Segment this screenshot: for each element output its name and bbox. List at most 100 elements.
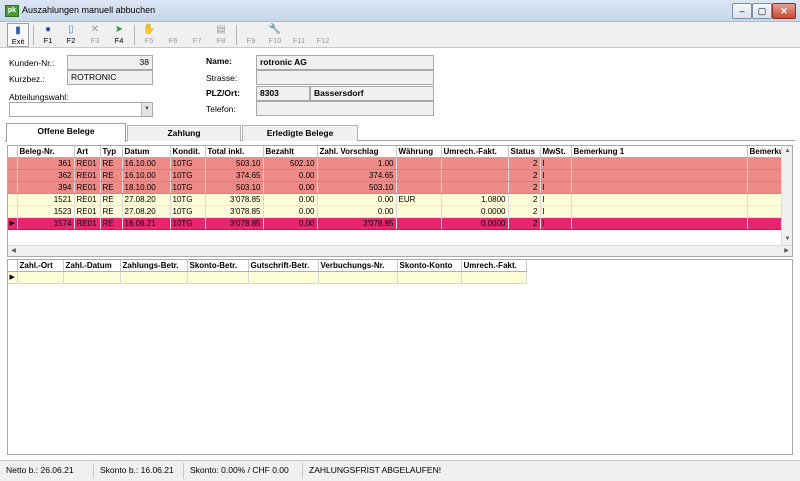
kunden-nr-field[interactable]: 38 xyxy=(67,55,153,70)
column-header[interactable]: Währung xyxy=(396,146,442,158)
table-cell[interactable] xyxy=(441,181,509,194)
table-cell[interactable]: 16.10.00 xyxy=(122,169,171,182)
table-cell[interactable]: 1574 xyxy=(17,217,75,230)
column-header[interactable]: Skonto-Konto xyxy=(397,260,462,272)
column-header[interactable]: Gutschrift-Betr. xyxy=(248,260,319,272)
column-header[interactable]: Kondit. xyxy=(170,146,206,158)
table-cell[interactable]: 503.10 xyxy=(205,157,264,170)
table-cell[interactable]: 1521 xyxy=(17,193,75,206)
abteilung-combobox[interactable]: ▼ xyxy=(9,102,153,117)
table-cell[interactable]: RE01 xyxy=(74,181,101,194)
belege-horizontal-scrollbar[interactable]: ◀ ▶ xyxy=(8,245,792,256)
table-cell[interactable]: I xyxy=(540,169,572,182)
table-cell[interactable]: 18.10.00 xyxy=(122,181,171,194)
plz-field[interactable]: 8303 xyxy=(256,86,310,101)
table-cell[interactable]: 2 xyxy=(508,193,541,206)
column-header[interactable]: Status xyxy=(508,146,541,158)
f6-button[interactable]: F6 xyxy=(162,23,184,47)
column-header[interactable]: Verbuchungs-Nr. xyxy=(318,260,398,272)
f4-button[interactable]: ➤ F4 xyxy=(108,23,130,47)
strasse-field[interactable] xyxy=(256,70,434,85)
table-cell[interactable] xyxy=(571,193,748,206)
table-cell[interactable]: 10TG xyxy=(170,169,206,182)
table-cell[interactable]: 362 xyxy=(17,169,75,182)
table-row[interactable]: ▶ xyxy=(8,271,527,284)
table-cell[interactable]: 0.00 xyxy=(263,169,318,182)
table-cell[interactable]: RE01 xyxy=(74,193,101,206)
column-header[interactable]: Bemerkung 1 xyxy=(571,146,748,158)
table-cell[interactable]: 27.08.20 xyxy=(122,193,171,206)
table-cell[interactable]: I xyxy=(540,217,572,230)
table-cell[interactable]: 0.00 xyxy=(263,193,318,206)
table-cell[interactable]: 1.0800 xyxy=(441,193,509,206)
table-cell[interactable]: RE01 xyxy=(74,169,101,182)
table-cell[interactable]: I xyxy=(540,193,572,206)
f11-button[interactable]: F11 xyxy=(288,23,310,47)
f10-button[interactable]: 🔧 F10 xyxy=(264,23,286,47)
table-cell[interactable]: 3'078.85 xyxy=(205,217,264,230)
f9-button[interactable]: F9 xyxy=(240,23,262,47)
scroll-down-icon[interactable]: ▼ xyxy=(782,234,792,245)
table-cell[interactable] xyxy=(441,157,509,170)
tab-offene-belege[interactable]: Offene Belege xyxy=(6,123,126,142)
table-cell[interactable]: RE01 xyxy=(74,217,101,230)
table-cell[interactable]: 503.10 xyxy=(317,181,397,194)
maximize-button[interactable]: ▢ xyxy=(752,3,772,19)
table-cell[interactable]: 2 xyxy=(508,217,541,230)
table-cell[interactable]: EUR xyxy=(396,193,442,206)
table-cell[interactable]: 2 xyxy=(508,205,541,218)
table-cell[interactable]: 10TG xyxy=(170,205,206,218)
table-cell[interactable]: 1523 xyxy=(17,205,75,218)
table-cell[interactable]: RE xyxy=(100,157,123,170)
f1-button[interactable]: ● F1 xyxy=(37,23,59,47)
table-cell[interactable]: RE01 xyxy=(74,205,101,218)
column-header[interactable]: Total inkl. xyxy=(205,146,264,158)
column-header[interactable]: Zahl.-Ort xyxy=(17,260,64,272)
table-cell[interactable]: 0.00 xyxy=(263,181,318,194)
close-button[interactable]: ✕ xyxy=(772,3,796,19)
table-cell[interactable]: I xyxy=(540,181,572,194)
table-cell[interactable]: 3'078.85 xyxy=(205,205,264,218)
table-cell[interactable]: 2 xyxy=(508,181,541,194)
table-cell[interactable]: RE xyxy=(100,217,123,230)
table-row[interactable]: ▶ 1574 RE01 RE 16.06.21 10TG 3'078.85 0.00 3'078… xyxy=(8,217,792,230)
table-cell[interactable]: RE xyxy=(100,169,123,182)
table-cell[interactable]: 0.0000 xyxy=(441,205,509,218)
table-cell[interactable] xyxy=(396,181,442,194)
belege-vertical-scrollbar[interactable]: ▲ ▼ xyxy=(781,146,792,245)
table-cell[interactable] xyxy=(571,157,748,170)
f2-button[interactable]: ▯ F2 xyxy=(60,23,82,47)
f12-button[interactable]: F12 xyxy=(312,23,334,47)
table-cell[interactable] xyxy=(248,271,319,284)
table-cell[interactable]: RE xyxy=(100,181,123,194)
table-cell[interactable]: I xyxy=(540,157,572,170)
table-cell[interactable]: 374.65 xyxy=(205,169,264,182)
column-header[interactable]: MwSt. xyxy=(540,146,572,158)
table-cell[interactable]: 394 xyxy=(17,181,75,194)
table-cell[interactable]: 2 xyxy=(508,157,541,170)
table-cell[interactable] xyxy=(397,271,462,284)
table-cell[interactable] xyxy=(396,205,442,218)
table-cell[interactable]: 503.10 xyxy=(205,181,264,194)
exit-button[interactable]: ▮ Exit xyxy=(7,23,29,47)
table-cell[interactable] xyxy=(571,169,748,182)
column-header[interactable]: Art xyxy=(74,146,101,158)
f7-button[interactable]: F7 xyxy=(186,23,208,47)
column-header[interactable]: Skonto-Betr. xyxy=(187,260,249,272)
table-cell[interactable]: 0.00 xyxy=(317,205,397,218)
table-cell[interactable]: 3'078.85 xyxy=(317,217,397,230)
column-header[interactable]: Umrech.-Fakt. xyxy=(441,146,509,158)
tab-zahlung[interactable]: Zahlung xyxy=(127,125,241,141)
table-cell[interactable]: 10TG xyxy=(170,181,206,194)
column-header[interactable]: Zahl.-Datum xyxy=(63,260,121,272)
table-row[interactable]: 362 RE01 RE 16.10.00 10TG 374.65 0.00 374.65 2 I xyxy=(8,169,792,182)
table-cell[interactable]: RE xyxy=(100,205,123,218)
chevron-down-icon[interactable]: ▼ xyxy=(141,103,152,116)
table-cell[interactable] xyxy=(396,157,442,170)
table-cell[interactable] xyxy=(120,271,188,284)
table-row[interactable]: 394 RE01 RE 18.10.00 10TG 503.10 0.00 503.10 2 I xyxy=(8,181,792,194)
table-cell[interactable] xyxy=(571,205,748,218)
table-cell[interactable]: 3'078.85 xyxy=(205,193,264,206)
telefon-field[interactable] xyxy=(256,101,434,116)
table-cell[interactable]: 10TG xyxy=(170,157,206,170)
